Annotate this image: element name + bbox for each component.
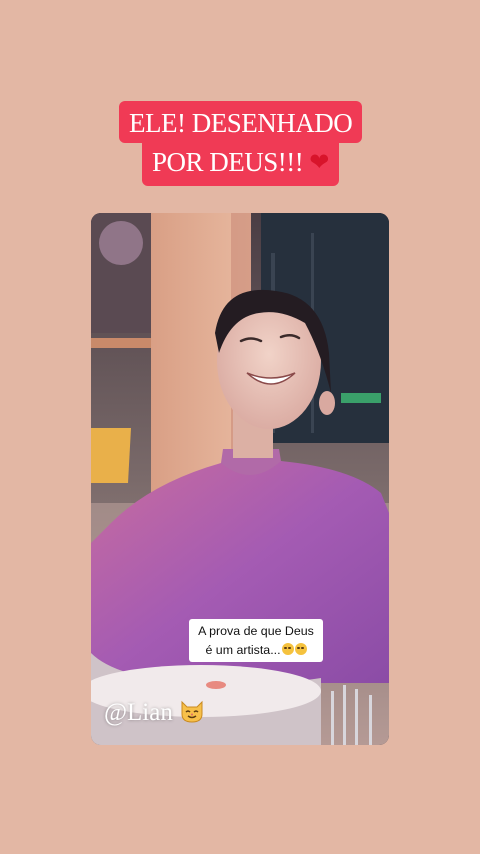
- caption-line-2-wrap: é um artista...: [189, 641, 323, 660]
- user-mention[interactable]: @Lian: [104, 698, 205, 728]
- photo-illustration: [91, 213, 389, 745]
- headline-line-2: POR DEUS!!! ❤: [142, 143, 339, 186]
- headline-text-1: ELE! DESENHADO: [129, 108, 353, 138]
- relieved-face-icon: [281, 643, 294, 655]
- headline-line-1: ELE! DESENHADO: [119, 101, 363, 143]
- caption-line-2: é um artista...: [205, 643, 281, 657]
- red-heart-icon: ❤: [309, 150, 329, 176]
- story-photo[interactable]: [91, 213, 389, 745]
- caption-line-1: A prova de que Deus: [198, 624, 314, 638]
- mention-text[interactable]: @Lian: [104, 699, 173, 726]
- relieved-face-icon: [294, 643, 307, 655]
- story-caption: A prova de que Deus é um artista...: [189, 619, 323, 662]
- headline-text-2: POR DEUS!!!: [152, 147, 304, 177]
- story-headline: ELE! DESENHADO POR DEUS!!! ❤: [119, 101, 385, 186]
- cat-face-icon: [179, 699, 205, 723]
